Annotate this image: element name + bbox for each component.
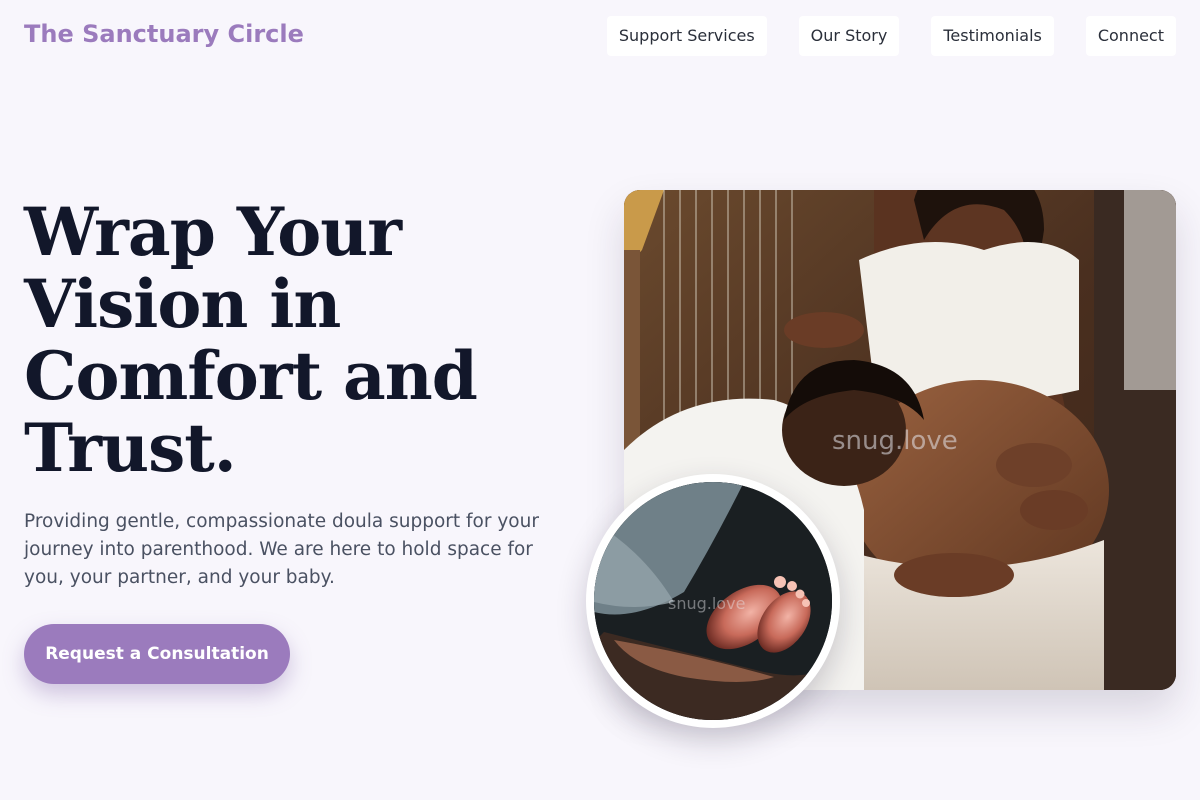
nav-our-story[interactable]: Our Story	[798, 16, 900, 56]
hero-title: Wrap Your Vision in Comfort and Trust.	[24, 193, 478, 487]
inset-photo-baby-feet: snug.love	[594, 482, 832, 720]
nav-connect[interactable]: Connect	[1085, 16, 1176, 56]
landing-page: The Sanctuary Circle Support Services Ou…	[0, 0, 1200, 800]
site-header: The Sanctuary Circle Support Services Ou…	[0, 0, 1200, 72]
main-nav: Support Services Our Story Testimonials …	[606, 16, 1176, 56]
inset-photo-frame: snug.love	[586, 474, 840, 728]
site-logo[interactable]: The Sanctuary Circle	[24, 20, 304, 48]
hero-subtitle: Providing gentle, compassionate doula su…	[24, 511, 539, 588]
request-consultation-button[interactable]: Request a Consultation	[24, 624, 290, 684]
photo-watermark: snug.love	[832, 426, 958, 456]
nav-support-services[interactable]: Support Services	[606, 16, 767, 56]
inset-photo-watermark: snug.love	[668, 594, 746, 613]
nav-testimonials[interactable]: Testimonials	[931, 16, 1054, 56]
